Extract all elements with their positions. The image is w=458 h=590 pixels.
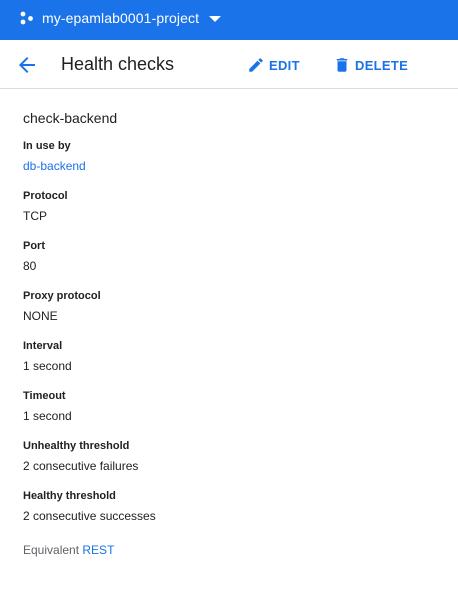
field-proxy-protocol: Proxy protocol NONE bbox=[23, 289, 101, 324]
field-unhealthy-threshold: Unhealthy threshold 2 consecutive failur… bbox=[23, 439, 138, 474]
health-check-name: check-backend bbox=[23, 110, 118, 126]
delete-label: DELETE bbox=[355, 57, 409, 73]
field-label: Protocol bbox=[23, 190, 68, 202]
arrow-back-icon bbox=[19, 57, 35, 73]
caret-down-icon bbox=[209, 15, 222, 22]
field-value: 80 bbox=[23, 259, 37, 273]
delete-button[interactable]: DELETE bbox=[333, 55, 408, 75]
field-value: 2 consecutive successes bbox=[23, 509, 156, 523]
field-label: Proxy protocol bbox=[23, 290, 101, 302]
trash-icon bbox=[336, 58, 348, 72]
field-in-use-by: In use by db-backend bbox=[23, 139, 86, 174]
field-value: 1 second bbox=[23, 409, 72, 423]
project-picker[interactable]: my-epamlab0001-project bbox=[18, 8, 222, 28]
field-label: Timeout bbox=[23, 390, 66, 402]
rest-link[interactable]: REST bbox=[82, 543, 114, 557]
pencil-icon bbox=[249, 58, 263, 72]
field-label: Healthy threshold bbox=[23, 490, 116, 502]
field-label: Unhealthy threshold bbox=[23, 440, 130, 452]
field-healthy-threshold: Healthy threshold 2 consecutive successe… bbox=[23, 489, 156, 524]
field-label: Interval bbox=[23, 340, 63, 352]
field-label: In use by bbox=[23, 140, 71, 152]
detail-header: check-backend bbox=[23, 108, 117, 128]
field-protocol: Protocol TCP bbox=[23, 189, 68, 224]
field-port: Port 80 bbox=[23, 239, 45, 274]
project-dots-icon bbox=[18, 9, 36, 27]
field-value: TCP bbox=[23, 209, 47, 223]
page-title: Health checks bbox=[61, 54, 175, 74]
edit-label: EDIT bbox=[269, 57, 300, 73]
page-header: Health checks EDIT DELETE bbox=[0, 40, 458, 89]
field-timeout: Timeout 1 second bbox=[23, 389, 72, 424]
back-button[interactable] bbox=[15, 53, 39, 77]
edit-button[interactable]: EDIT bbox=[247, 55, 300, 75]
in-use-by-link[interactable]: db-backend bbox=[23, 158, 86, 174]
field-interval: Interval 1 second bbox=[23, 339, 72, 374]
project-name: my-epamlab0001-project bbox=[42, 10, 200, 26]
field-value: 1 second bbox=[23, 359, 72, 373]
equivalent-rest: Equivalent REST bbox=[23, 543, 114, 557]
field-label: Port bbox=[23, 240, 45, 252]
top-bar: my-epamlab0001-project bbox=[0, 0, 458, 40]
field-value: 2 consecutive failures bbox=[23, 459, 139, 473]
field-value: NONE bbox=[23, 309, 58, 323]
equivalent-label: Equivalent bbox=[23, 543, 80, 557]
